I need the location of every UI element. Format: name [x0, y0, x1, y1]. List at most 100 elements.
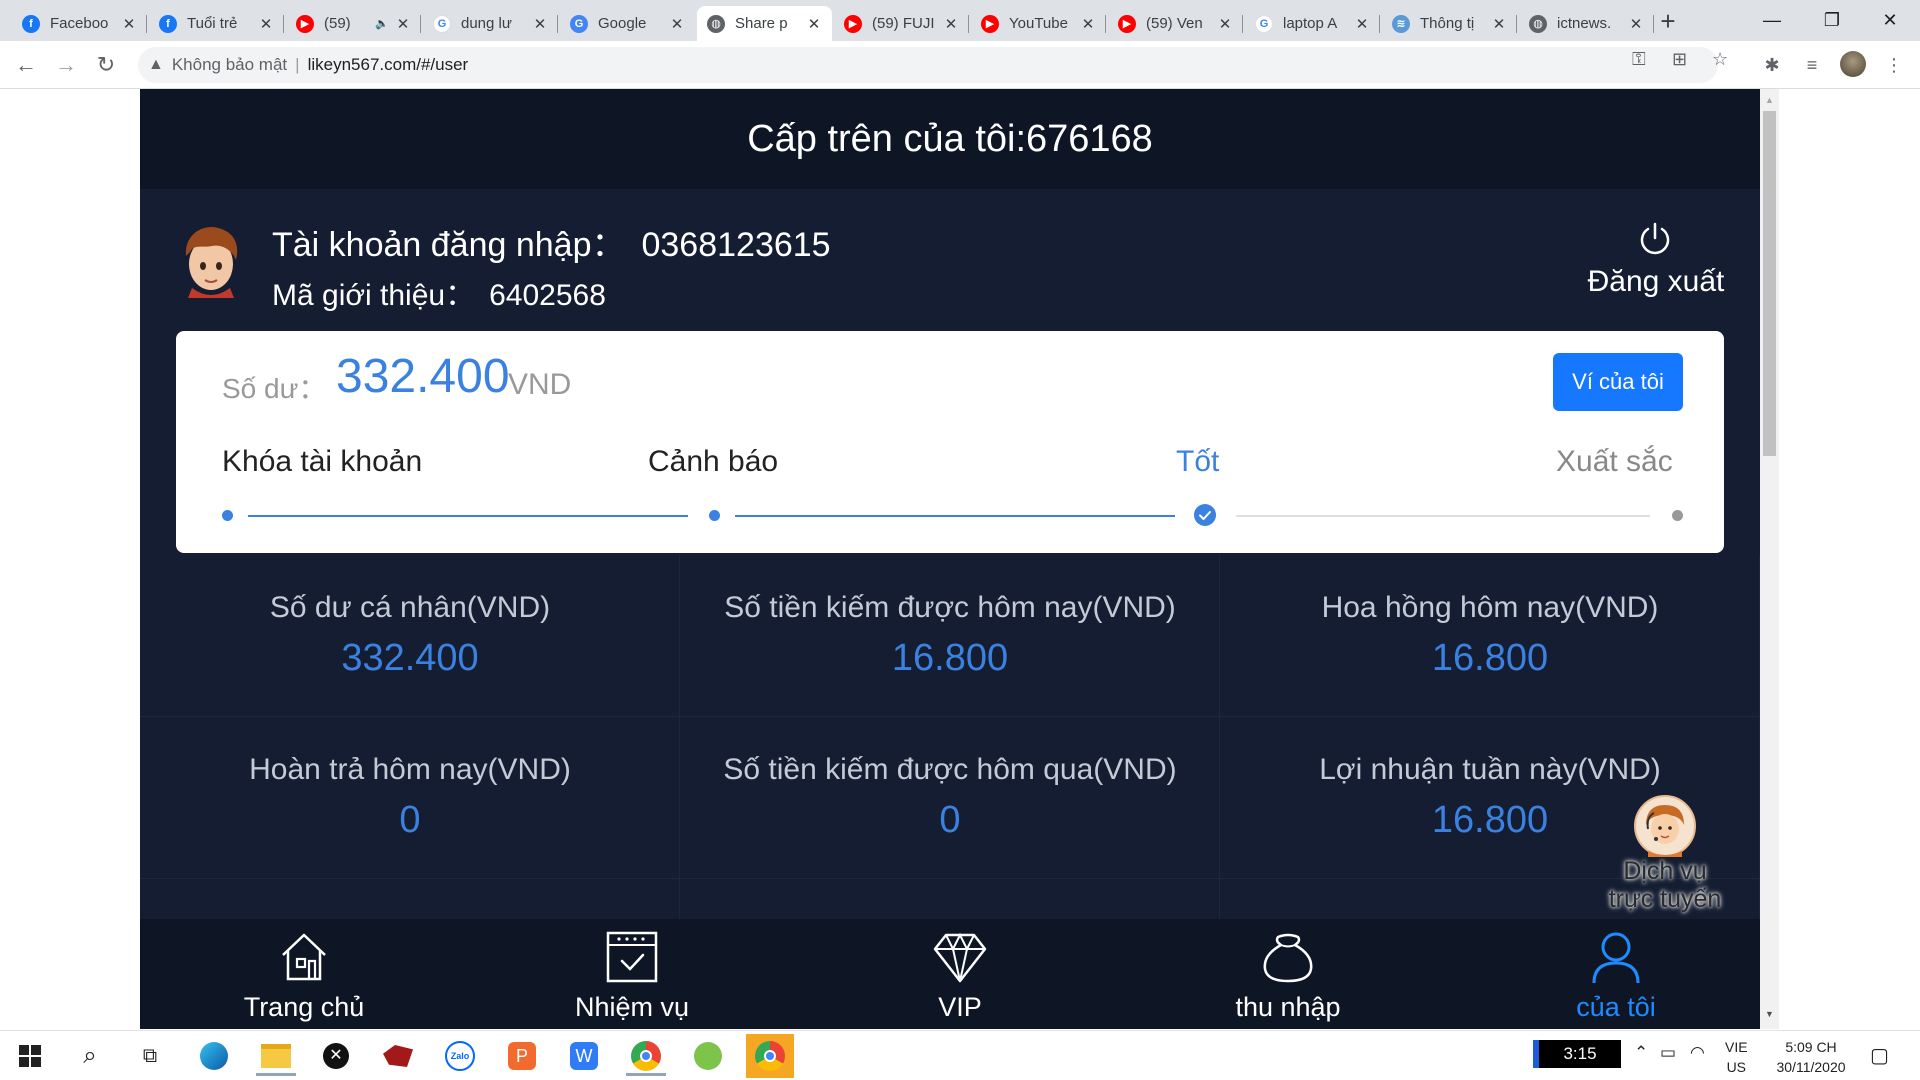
- browser-tab[interactable]: Glaptop A ✕: [1245, 6, 1380, 41]
- nav-label: thu nhập: [1235, 992, 1341, 1022]
- new-tab-button[interactable]: +: [1653, 8, 1683, 36]
- close-tab-icon[interactable]: ✕: [258, 15, 274, 33]
- support-label[interactable]: Dịch vụ trực tuyến: [1600, 857, 1730, 913]
- bookmark-star-icon[interactable]: ☆: [1712, 49, 1728, 70]
- audio-playing-icon[interactable]: 🔈: [375, 17, 389, 30]
- game-app-icon[interactable]: [374, 1036, 422, 1076]
- chrome-icon[interactable]: [622, 1036, 670, 1076]
- browser-tab[interactable]: ▶ (59) FUJI ✕: [834, 6, 969, 41]
- browser-tab[interactable]: ▶ YouTube ✕: [971, 6, 1106, 41]
- back-icon[interactable]: ←: [12, 51, 40, 79]
- url-text[interactable]: likeyn567.com/#/user: [308, 55, 469, 75]
- menu-kebab-icon[interactable]: ⋮: [1880, 51, 1908, 79]
- nav-vip[interactable]: VIP: [796, 919, 1124, 1029]
- notification-icon[interactable]: ▢: [1870, 1043, 1889, 1068]
- scroll-up-arrow-icon[interactable]: ▲: [1765, 95, 1774, 105]
- wifi-icon[interactable]: ◠: [1690, 1043, 1705, 1063]
- support-agent-icon[interactable]: [1634, 795, 1696, 857]
- tab-title: (59) Ven: [1146, 15, 1203, 32]
- warning-icon[interactable]: ▲: [148, 56, 164, 74]
- my-wallet-button[interactable]: Ví của tôi: [1553, 353, 1683, 411]
- coccoc-icon[interactable]: [684, 1036, 732, 1076]
- scrollbar-thumb[interactable]: [1763, 111, 1776, 456]
- nav-income[interactable]: thu nhập: [1124, 919, 1452, 1029]
- reload-icon[interactable]: ↻: [92, 51, 120, 79]
- browser-tab[interactable]: ◍ Share p ✕: [697, 6, 832, 41]
- close-tab-icon[interactable]: ✕: [669, 15, 685, 33]
- media-control-icon[interactable]: ≡: [1798, 51, 1826, 79]
- search-icon[interactable]: ⌕: [66, 1036, 114, 1076]
- level-label-good: Tốt: [1176, 445, 1220, 478]
- tab-title: Faceboo: [50, 15, 109, 32]
- task-view-icon[interactable]: ⧉: [126, 1036, 174, 1076]
- browser-tab[interactable]: f Faceboo ✕: [12, 6, 147, 41]
- browser-tab[interactable]: f Tuổi trẻ ✕: [149, 6, 284, 41]
- close-tab-icon[interactable]: ✕: [395, 15, 411, 33]
- input-language[interactable]: VIE US: [1725, 1037, 1748, 1077]
- edge-icon[interactable]: [190, 1036, 238, 1076]
- close-tab-icon[interactable]: ✕: [1354, 15, 1370, 33]
- balance-card: Số dư： 332.400 VND Ví của tôi Khóa tài k…: [176, 331, 1724, 553]
- xbox-icon[interactable]: ✕: [312, 1036, 360, 1076]
- windows-start-icon[interactable]: [6, 1036, 54, 1076]
- tab-separator: [1105, 15, 1106, 33]
- close-tab-icon[interactable]: ✕: [943, 15, 959, 33]
- logout-button[interactable]: Đăng xuất: [1586, 265, 1726, 299]
- close-tab-icon[interactable]: ✕: [806, 15, 822, 33]
- extensions-icon[interactable]: ✱: [1758, 51, 1786, 79]
- close-tab-icon[interactable]: ✕: [1217, 15, 1233, 33]
- browser-tab[interactable]: ▶ (59) 🔈 ✕: [286, 6, 421, 41]
- close-tab-icon[interactable]: ✕: [1491, 15, 1507, 33]
- referral-label: Mã giới thiệu：: [272, 279, 476, 312]
- nav-home[interactable]: Trang chủ: [140, 919, 468, 1029]
- tab-title: Tuổi trẻ: [187, 15, 238, 32]
- translate-icon[interactable]: ⊞: [1672, 49, 1687, 70]
- browser-tab[interactable]: G Google ✕: [560, 6, 695, 41]
- security-label[interactable]: Không bảo mật: [172, 55, 287, 75]
- close-tab-icon[interactable]: ✕: [532, 15, 548, 33]
- tab-separator: [1516, 15, 1517, 33]
- nav-tasks[interactable]: Nhiệm vụ: [468, 919, 796, 1029]
- online-support-widget[interactable]: Dịch vụ trực tuyến: [1600, 795, 1730, 915]
- close-window-button[interactable]: ✕: [1870, 6, 1910, 34]
- datetime[interactable]: 5:09 CH 30/11/2020: [1774, 1037, 1848, 1077]
- browser-tab[interactable]: Gdung lư ✕: [423, 6, 558, 41]
- tab-title: YouTube: [1009, 15, 1068, 32]
- scroll-down-arrow-icon[interactable]: ▼: [1765, 1009, 1774, 1019]
- power-icon[interactable]: [1637, 221, 1673, 257]
- date: 30/11/2020: [1776, 1059, 1846, 1075]
- maximize-button[interactable]: ❐: [1812, 6, 1852, 34]
- profile-avatar[interactable]: [1840, 51, 1866, 77]
- zalo-icon[interactable]: Zalo: [436, 1036, 484, 1076]
- browser-tab[interactable]: ≋ Thông tị ✕: [1382, 6, 1517, 41]
- clock-widget[interactable]: 3:15: [1533, 1040, 1621, 1068]
- youtube-icon: ▶: [1118, 14, 1136, 33]
- user-avatar: [185, 227, 238, 298]
- address-bar[interactable]: ▲ Không bảo mật | likeyn567.com/#/user: [138, 47, 1718, 83]
- close-tab-icon[interactable]: ✕: [1628, 15, 1644, 33]
- battery-icon[interactable]: ▭: [1660, 1043, 1676, 1063]
- nav-my-account[interactable]: của tôi: [1452, 919, 1760, 1029]
- globe-icon: ◍: [1529, 14, 1547, 33]
- wps-presentation-icon[interactable]: P: [498, 1036, 546, 1076]
- user-info: Tài khoản đăng nhập： 0368123615 Mã giới t…: [140, 189, 1760, 334]
- chevron-up-icon[interactable]: ⌃: [1634, 1043, 1648, 1063]
- close-tab-icon[interactable]: ✕: [121, 15, 137, 33]
- account-label: Tài khoản đăng nhập：: [272, 226, 626, 264]
- browser-toolbar: ← → ↻ ▲ Không bảo mật | likeyn567.com/#/…: [0, 41, 1920, 89]
- forward-icon[interactable]: →: [52, 51, 80, 79]
- file-explorer-icon[interactable]: [252, 1036, 300, 1076]
- key-icon[interactable]: ⚿: [1632, 49, 1646, 70]
- close-tab-icon[interactable]: ✕: [1080, 15, 1096, 33]
- google-icon: G: [433, 14, 451, 33]
- minimize-button[interactable]: —: [1752, 6, 1792, 34]
- browser-tab[interactable]: ▶ (59) Ven ✕: [1108, 6, 1243, 41]
- chrome-icon-active[interactable]: [746, 1034, 794, 1078]
- level-remaining-line: [1236, 515, 1650, 517]
- level-progress-line: [735, 515, 1175, 517]
- tab-separator: [420, 15, 421, 33]
- browser-tab[interactable]: ◍ ictnews. ✕: [1519, 6, 1654, 41]
- wps-writer-icon[interactable]: W: [560, 1036, 608, 1076]
- balance-value: 332.400: [336, 350, 510, 403]
- page-scrollbar[interactable]: ▲ ▼: [1760, 89, 1779, 1029]
